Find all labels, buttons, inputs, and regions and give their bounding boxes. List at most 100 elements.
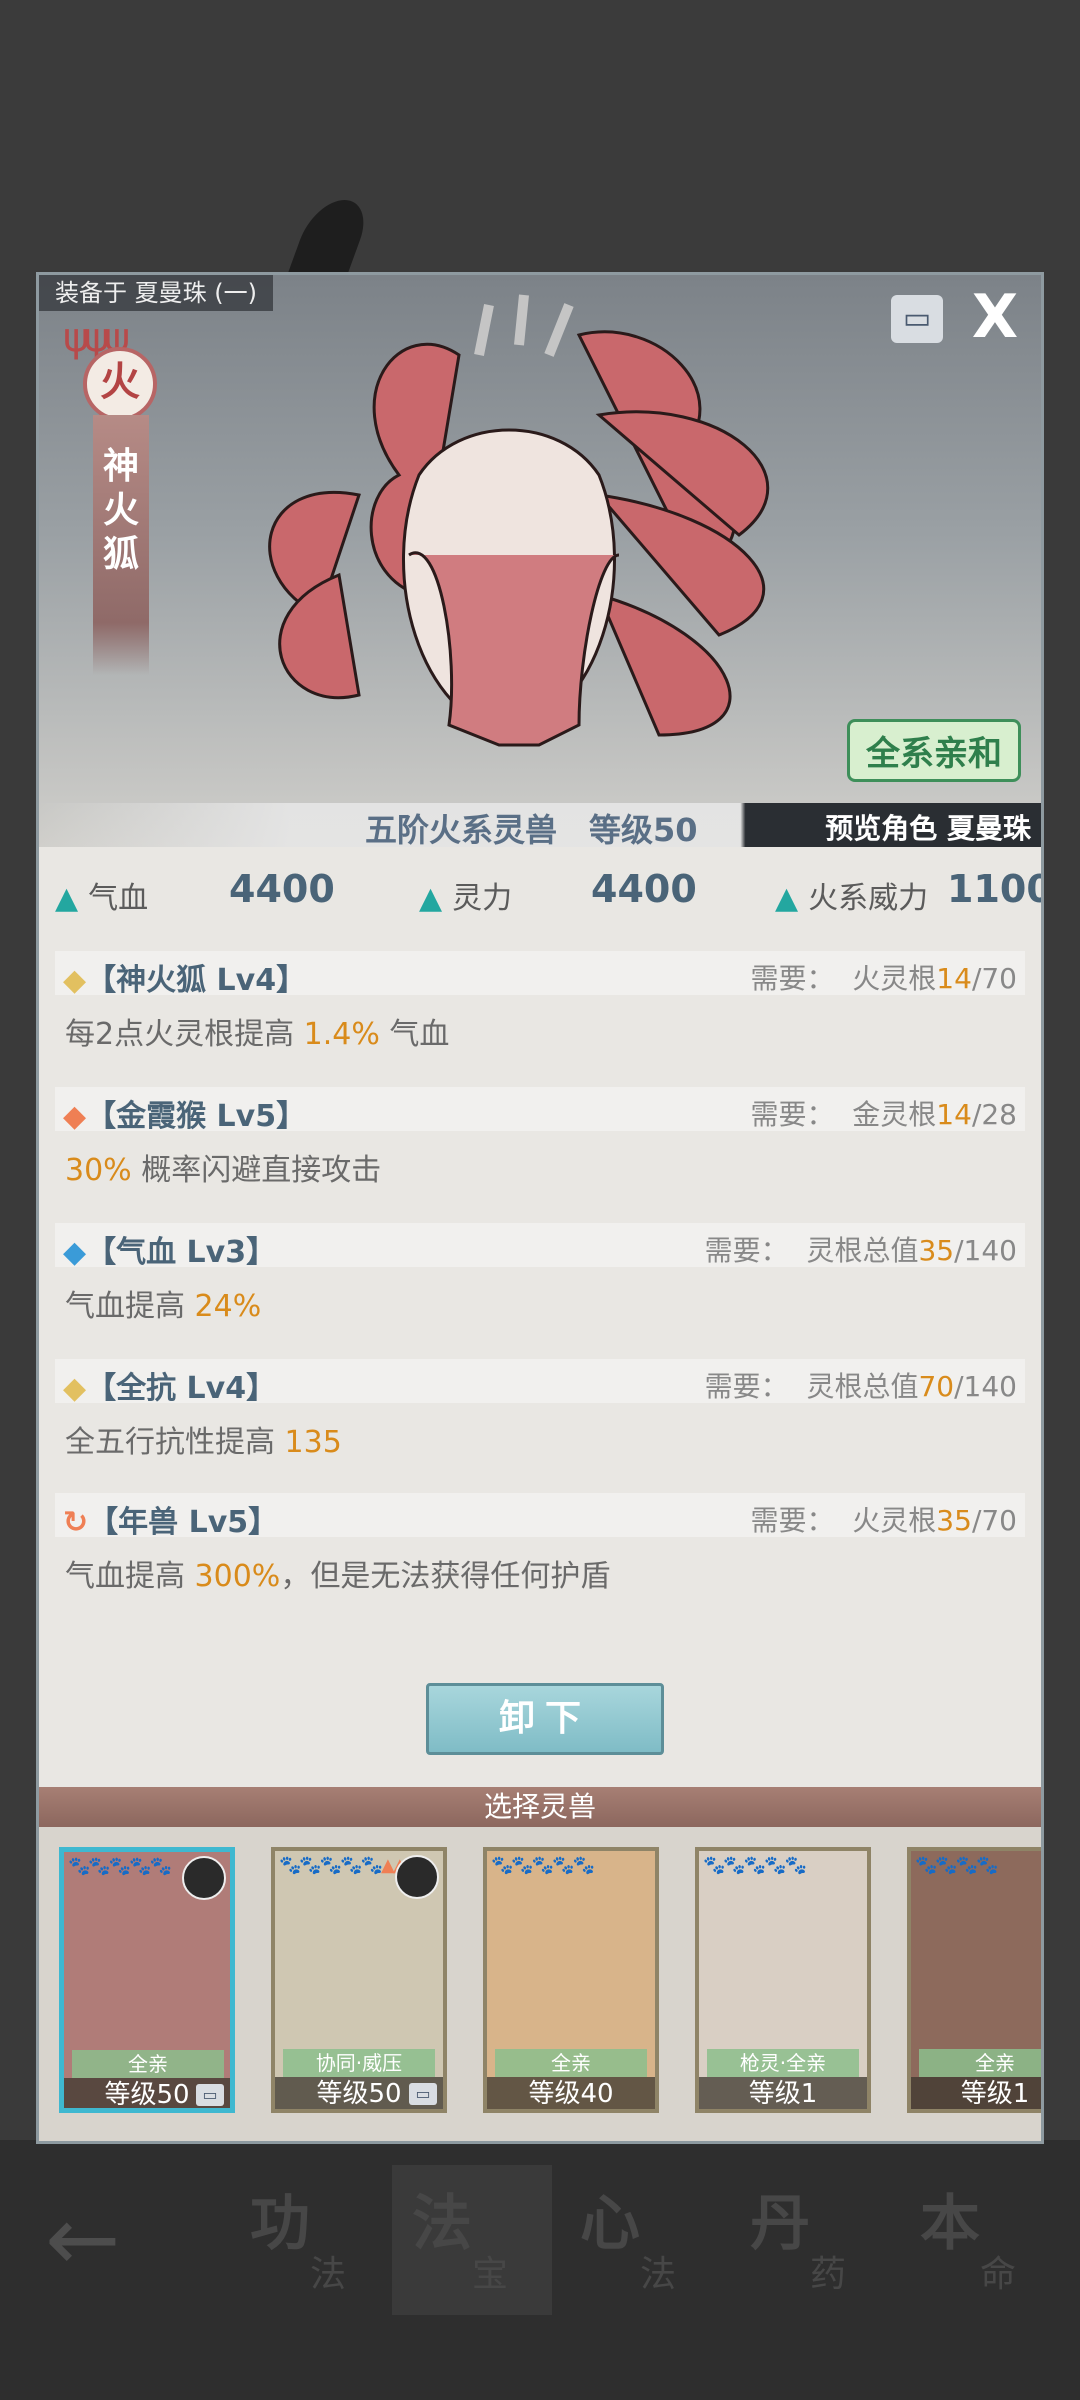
nav-tab-small-label: 药 [810,2254,847,2295]
beast-card[interactable]: 🐾🐾🐾🐾 全亲 等级1 [907,1847,1041,2113]
skill-row: ◆【全抗 Lv4】 需要： 灵根总值70/140 全五行抗性提高 135 [55,1359,1025,1460]
back-arrow-icon[interactable]: ← [45,2195,120,2285]
chest-icon[interactable]: ▭ [891,295,943,343]
affinity-badge: 全系亲和 [847,719,1021,782]
background-top [0,0,1080,270]
beast-card-level: 等级1 [699,2077,867,2109]
beast-card-tag: 全亲 [495,2049,647,2077]
diamond-icon: ◆ [63,1371,87,1406]
unequip-button[interactable]: 卸下 [426,1683,664,1755]
stat-hp: ▲ 气血 [55,873,148,917]
rank-level-text: 五阶火系灵兽 等级50 [365,811,698,847]
req-max: /140 [954,1234,1017,1267]
diamond-icon: ◆ [63,963,87,998]
close-button[interactable]: X [965,287,1025,347]
stats-row: ▲ 气血 4400 ▲ 灵力 4400 ▲ 火系威力 1100 [39,847,1041,937]
req-max: /28 [971,1098,1017,1131]
paw-rating-icon: 🐾🐾🐾🐾🐾▲▲ [279,1855,407,1876]
req-max: /70 [971,1504,1017,1537]
beast-card-tag: 枪灵·全亲 [707,2049,859,2077]
triangle-up-icon: ▲ [419,881,443,916]
skill-name: ◆【全抗 Lv4】 [63,1363,276,1407]
skill-description: 每2点火灵根提高 1.4% 气血 [65,1009,449,1053]
chest-icon: ▭ [409,2083,437,2105]
creature-name: 神火狐 [102,446,139,575]
chest-icon: ▭ [196,2084,224,2106]
paw-rating-icon: 🐾🐾🐾🐾🐾 [703,1855,807,1876]
stat-spirit-value: 4400 [591,867,697,911]
triangle-up-icon: ▲ [55,881,79,916]
beast-card[interactable]: 🐾🐾🐾🐾🐾 枪灵·全亲 等级1 [695,1847,871,2113]
req-prefix: 需要： [704,1370,789,1403]
skill-row: ◆【气血 Lv3】 需要： 灵根总值35/140 气血提高 24% [55,1223,1025,1324]
stat-hp-value: 4400 [229,867,335,911]
req-current: 14 [936,1098,972,1131]
beast-card[interactable]: 🐾🐾🐾🐾🐾 全亲 等级40 [483,1847,659,2113]
refresh-icon: ↻ [63,1505,89,1540]
skill-header: ◆【金霞猴 Lv5】 需要： 金灵根14/28 [55,1087,1025,1134]
nav-tab-benming[interactable]: 本 命 [900,2165,1060,2315]
nav-tab-gongfa[interactable]: 功 法 [230,2165,390,2315]
skill-title: 【年兽 Lv5】 [88,1505,279,1540]
nav-tab-danyao[interactable]: 丹 药 [730,2165,890,2315]
stat-fire-power-value: 1100 [947,867,1044,911]
skill-title: 【全抗 Lv4】 [86,1371,277,1406]
req-type: 金灵根 [852,1098,937,1131]
stat-spirit: ▲ 灵力 [419,873,512,917]
nav-tab-big-label: 本 [920,2189,980,2259]
nav-tab-big-label: 心 [580,2189,640,2259]
beast-card-list[interactable]: 🐾🐾🐾🐾🐾 全亲 等级50 ▭ 🐾🐾🐾🐾🐾▲▲ 协同·威压 等级50 ▭ 🐾🐾🐾… [39,1827,1041,2141]
skill-header: ◆【气血 Lv3】 需要： 灵根总值35/140 [55,1223,1025,1270]
skill-title: 【金霞猴 Lv5】 [86,1099,307,1134]
nav-tab-big-label: 功 [250,2189,310,2259]
req-max: /70 [971,962,1017,995]
desc-highlight: 1.4% [303,1017,380,1052]
paw-rating-icon: 🐾🐾🐾🐾🐾 [68,1856,172,1877]
stat-label: 气血 [88,881,149,916]
beast-card[interactable]: 🐾🐾🐾🐾🐾 全亲 等级50 ▭ [59,1847,235,2113]
beast-card-tag: 全亲 [72,2050,224,2078]
beast-hero-area: 装备于 夏曼珠 (一) ▭ X ψψψ 火 神火狐 全系亲和 五阶火系灵兽 等级… [39,275,1041,847]
skill-description: 气血提高 300%，但是无法获得任何护盾 [65,1551,610,1595]
req-prefix: 需要： [704,1234,789,1267]
req-current: 70 [918,1370,955,1403]
desc-highlight: 300% [194,1559,281,1594]
req-type: 火灵根 [852,1504,937,1537]
beast-card-level: 等级40 [487,2077,655,2109]
nav-tab-small-label: 命 [980,2254,1017,2295]
nav-tab-fabao[interactable]: 法 宝 [392,2165,552,2315]
desc-text: ，但是无法获得任何护盾 [280,1559,611,1594]
spirit-beast-panel: 装备于 夏曼珠 (一) ▭ X ψψψ 火 神火狐 全系亲和 五阶火系灵兽 等级… [36,272,1044,2144]
desc-text: 气血提高 [65,1559,195,1594]
stat-label: 灵力 [452,881,513,916]
nav-tab-xinfa[interactable]: 心 法 [560,2165,720,2315]
desc-highlight: 135 [284,1425,342,1460]
fire-element-badge: 火 [83,347,157,421]
skill-header: ◆【神火狐 Lv4】 需要： 火灵根14/70 [55,951,1025,998]
req-prefix: 需要： [750,1098,835,1131]
skill-name: ◆【金霞猴 Lv5】 [63,1091,306,1135]
req-type: 灵根总值 [806,1234,919,1267]
skill-name: ◆【气血 Lv3】 [63,1227,276,1271]
equipped-on-label: 装备于 夏曼珠 (一) [39,275,273,311]
desc-text: 概率闪避直接攻击 [131,1153,382,1188]
desc-highlight: 24% [194,1289,262,1324]
beast-card[interactable]: 🐾🐾🐾🐾🐾▲▲ 协同·威压 等级50 ▭ [271,1847,447,2113]
select-beast-header: 选择灵兽 [39,1787,1041,1827]
nav-tab-big-label: 法 [412,2189,472,2259]
desc-text: 全五行抗性提高 [65,1425,285,1460]
skill-header: ↻【年兽 Lv5】 需要： 火灵根35/70 [55,1493,1025,1540]
skill-requirement: 需要： 灵根总值70/140 [705,1365,1017,1405]
preview-character-label: 预览角色 夏曼珠 [825,812,1031,845]
beast-card-tag: 全亲 [919,2049,1041,2077]
skill-requirement: 需要： 火灵根14/70 [750,957,1017,997]
beast-card-level: 等级1 [911,2077,1041,2109]
req-current: 35 [918,1234,955,1267]
owner-avatar [395,1855,439,1899]
skill-row: ◆【神火狐 Lv4】 需要： 火灵根14/70 每2点火灵根提高 1.4% 气血 [55,951,1025,1052]
skill-row: ↻【年兽 Lv5】 需要： 火灵根35/70 气血提高 300%，但是无法获得任… [55,1493,1025,1594]
skill-name: ↻【年兽 Lv5】 [63,1497,278,1541]
skill-title: 【神火狐 Lv4】 [86,963,307,998]
req-prefix: 需要： [750,1504,835,1537]
skill-description: 全五行抗性提高 135 [65,1417,342,1461]
